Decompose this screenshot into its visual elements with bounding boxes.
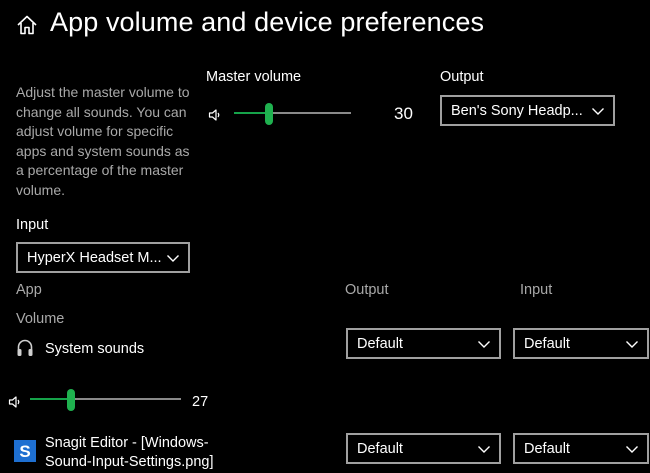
- dropdown-value: HyperX Headset M...: [27, 249, 162, 266]
- speaker-icon[interactable]: [8, 395, 22, 409]
- master-output-dropdown[interactable]: Ben's Sony Headp...: [440, 95, 615, 126]
- dropdown-value: Default: [524, 335, 570, 352]
- input-dropdown[interactable]: HyperX Headset M...: [16, 242, 190, 273]
- chevron-down-icon: [592, 107, 604, 115]
- home-icon[interactable]: [16, 14, 38, 36]
- dropdown-value: Default: [524, 440, 570, 457]
- system-sounds-input-dropdown[interactable]: Default: [513, 328, 649, 359]
- master-volume-label: Master volume: [206, 69, 302, 85]
- dropdown-value: Default: [357, 335, 403, 352]
- speaker-icon[interactable]: [208, 108, 222, 122]
- page-title: App volume and device preferences: [50, 7, 485, 37]
- column-header-volume: Volume: [16, 311, 65, 327]
- app-name-system-sounds: System sounds: [45, 341, 145, 357]
- chevron-down-icon: [167, 254, 179, 262]
- chevron-down-icon: [478, 445, 490, 453]
- snagit-output-dropdown[interactable]: Default: [346, 433, 501, 464]
- column-header-output: Output: [345, 282, 389, 298]
- snagit-input-dropdown[interactable]: Default: [513, 433, 649, 464]
- description-text: Adjust the master volume to change all s…: [16, 84, 190, 198]
- slider-fill: [30, 398, 71, 400]
- master-volume-value: 30: [394, 104, 413, 123]
- slider-fill: [234, 112, 270, 114]
- master-output-label: Output: [440, 69, 484, 85]
- chevron-down-icon: [478, 340, 490, 348]
- dropdown-value: Default: [357, 440, 403, 457]
- system-sounds-volume-slider[interactable]: [30, 389, 181, 411]
- chevron-down-icon: [626, 340, 638, 348]
- slider-thumb[interactable]: [265, 103, 274, 125]
- system-sounds-volume-value: 27: [192, 394, 209, 410]
- system-sounds-output-dropdown[interactable]: Default: [346, 328, 501, 359]
- column-header-input: Input: [520, 282, 553, 298]
- input-label: Input: [16, 217, 49, 233]
- column-header-app: App: [16, 282, 42, 298]
- slider-thumb[interactable]: [66, 389, 75, 411]
- dropdown-value: Ben's Sony Headp...: [451, 102, 583, 119]
- app-name-snagit-editor: Snagit Editor - [Windows-Sound-Input-Set…: [45, 435, 214, 470]
- snagit-icon: S: [14, 440, 36, 462]
- svg-text:S: S: [19, 442, 30, 461]
- chevron-down-icon: [626, 445, 638, 453]
- master-volume-slider[interactable]: [234, 103, 351, 125]
- headphones-icon: [17, 339, 33, 356]
